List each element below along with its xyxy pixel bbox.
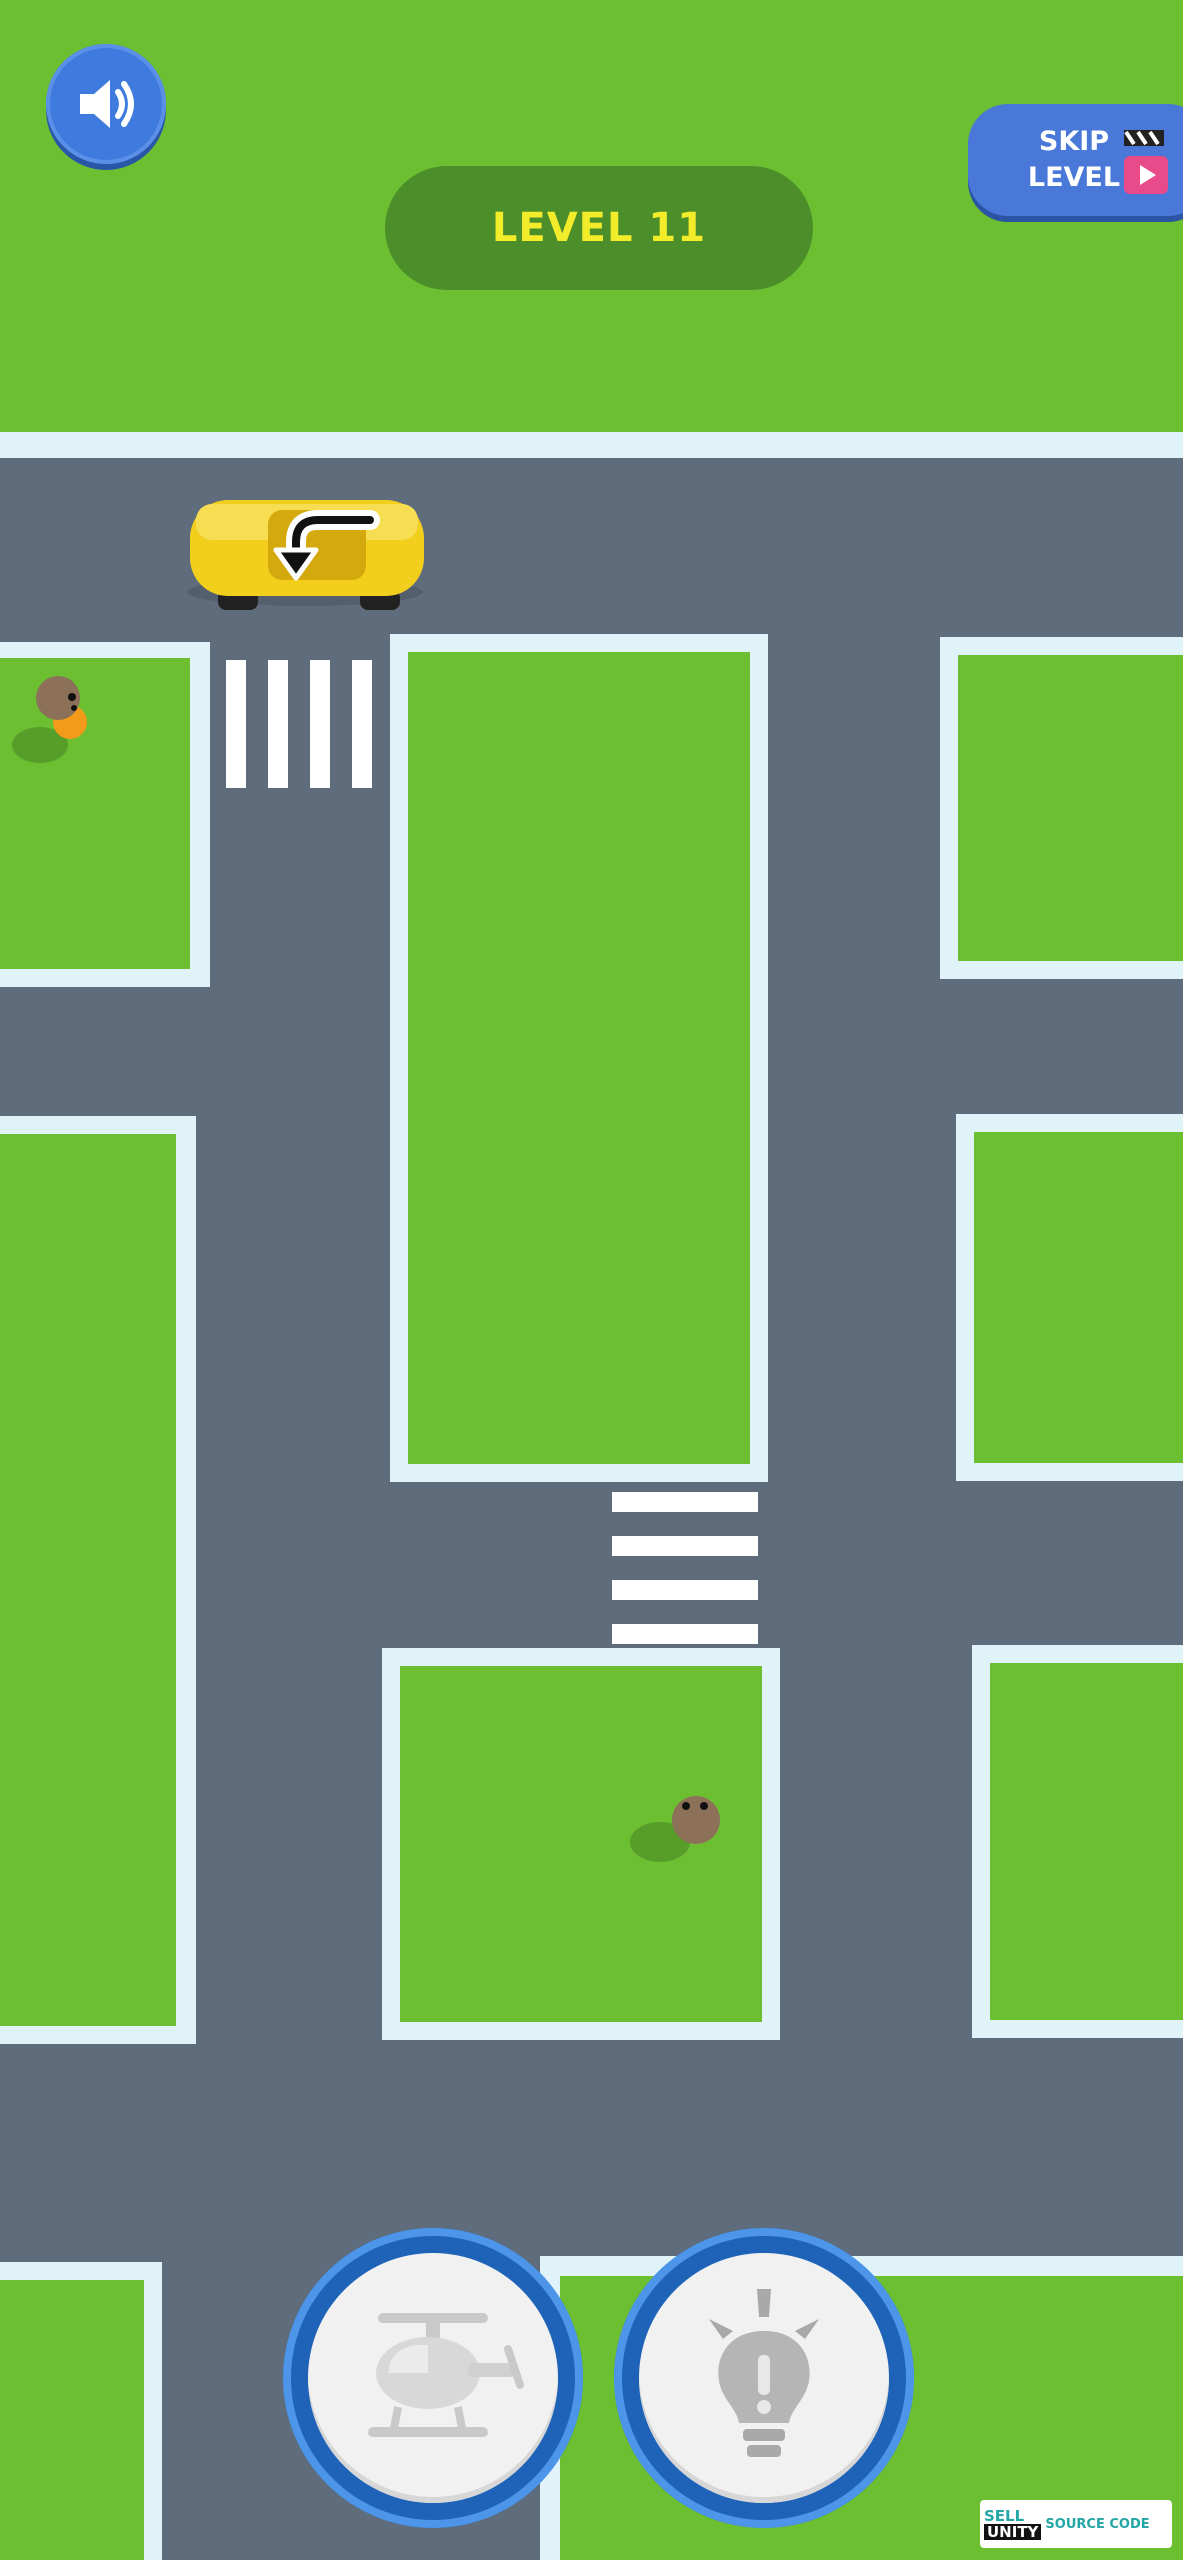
- helicopter-icon: [368, 2313, 524, 2437]
- level-indicator: LEVEL 11: [385, 166, 813, 290]
- player-car[interactable]: [187, 500, 424, 610]
- skip-level-button[interactable]: SKIP LEVEL: [968, 104, 1183, 216]
- watermark-logo: SELL UNITY SOURCE CODE: [980, 2500, 1172, 2548]
- hint-powerup-button[interactable]: [614, 2228, 914, 2528]
- city-block: [956, 1114, 1183, 1481]
- level-label: LEVEL 11: [491, 205, 707, 251]
- helicopter-powerup-button[interactable]: [283, 2228, 583, 2528]
- city-block: [390, 634, 768, 1482]
- city-block: [0, 2262, 162, 2560]
- watermark-line1: SELL: [984, 2507, 1025, 2525]
- lightbulb-icon: [709, 2289, 819, 2457]
- speaker-icon: [80, 80, 134, 128]
- city-block: [940, 637, 1183, 979]
- watermark-line2: UNITY: [984, 2524, 1042, 2540]
- clapperboard-play-icon: [1124, 130, 1168, 194]
- city-block: [0, 642, 210, 987]
- city-block: [382, 1648, 780, 2040]
- skip-label-line1: SKIP: [1038, 126, 1110, 157]
- city-block: [972, 1645, 1183, 2038]
- skip-label-line2: LEVEL: [1027, 162, 1121, 193]
- city-block: [0, 1116, 196, 2044]
- game-board: [0, 0, 1183, 2560]
- sound-button[interactable]: [46, 44, 166, 164]
- watermark-line3: SOURCE CODE: [1045, 2516, 1150, 2532]
